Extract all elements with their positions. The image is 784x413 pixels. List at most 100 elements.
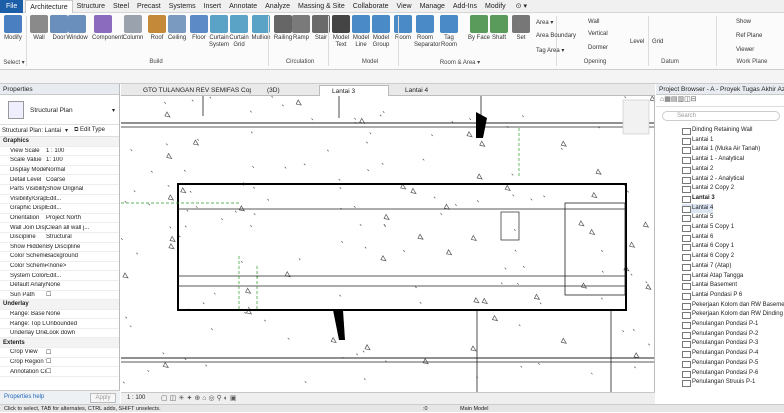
ribbon-button[interactable]: Set xyxy=(510,15,532,42)
ribbon-small-button[interactable]: Level xyxy=(630,39,644,45)
view-scale[interactable]: 1 : 100 xyxy=(127,395,145,401)
ribbon-button[interactable]: Room Separator xyxy=(414,15,440,49)
property-value[interactable]: ☐ xyxy=(46,368,119,375)
menu-tab[interactable]: Collaborate xyxy=(349,0,393,13)
edit-type-button[interactable]: ⧉ Edit Type xyxy=(74,127,105,134)
properties-section[interactable]: Graphics xyxy=(0,137,119,147)
menu-tab[interactable]: Steel xyxy=(109,0,133,13)
menu-tab[interactable]: Annotate xyxy=(225,0,261,13)
properties-section[interactable]: Underlay xyxy=(0,300,119,310)
ribbon-button[interactable]: Tag Room xyxy=(438,15,460,49)
drawing-canvas[interactable] xyxy=(121,96,655,392)
menu-tab[interactable]: Massing & Site xyxy=(294,0,349,13)
chevron-down-icon[interactable]: ▾ xyxy=(65,127,68,134)
browser-view-item[interactable]: Lantai 1 xyxy=(682,136,713,146)
property-value[interactable]: ☐ xyxy=(46,358,119,365)
browser-toolbar-icon[interactable]: ⌂▦▤▥◫⊟ xyxy=(656,95,784,107)
browser-view-item[interactable]: Penulangan Pondasi P-3 xyxy=(682,339,758,349)
ribbon-button[interactable]: Column xyxy=(122,15,144,42)
property-value[interactable]: None xyxy=(46,282,119,288)
ribbon-button[interactable]: Model Line xyxy=(350,15,372,49)
menu-tab[interactable]: Analyze xyxy=(261,0,294,13)
ribbon-button[interactable]: Ceiling xyxy=(166,15,188,42)
menu-tab[interactable]: Precast xyxy=(133,0,165,13)
browser-view-item[interactable]: Pekerjaan Kolom dan RW Dinding xyxy=(682,310,783,320)
ribbon-small-button[interactable]: Viewer xyxy=(736,47,754,53)
browser-view-item[interactable]: Lantai 2 - Analytical xyxy=(682,175,744,185)
browser-view-item[interactable]: Penulangan Pondasi P-1 xyxy=(682,320,758,330)
browser-view-item[interactable]: Lantai Atap Tangga xyxy=(682,272,743,282)
ribbon-button[interactable]: Roof xyxy=(146,15,168,42)
ribbon-small-button[interactable]: Vertical xyxy=(588,31,608,37)
ribbon-button[interactable]: Model Text xyxy=(330,15,352,49)
property-value[interactable]: Unbounded xyxy=(46,321,119,327)
browser-view-item[interactable]: Lantai 6 xyxy=(682,233,713,243)
ribbon-button[interactable]: Ramp xyxy=(290,15,312,42)
browser-view-item[interactable]: Lantai Basement xyxy=(682,281,737,291)
ribbon-button[interactable]: Floor xyxy=(188,15,210,42)
browser-view-item[interactable]: Lantai 5 Copy 1 xyxy=(682,223,734,233)
menu-tab[interactable]: Systems xyxy=(165,0,200,13)
ribbon-button[interactable]: Window xyxy=(66,15,88,42)
view-tab[interactable]: GTO TULANGAN REV SEMIFAS Cop... xyxy=(131,85,251,96)
ribbon-small-button[interactable]: Grid xyxy=(652,39,663,45)
menu-tab[interactable]: Modify xyxy=(481,0,510,13)
browser-view-item[interactable]: Lantai 2 Copy 2 xyxy=(682,184,734,194)
property-value[interactable]: Project North xyxy=(46,215,119,221)
property-value[interactable]: By Discipline xyxy=(46,244,119,250)
properties-section[interactable]: Extents xyxy=(0,338,119,349)
property-value[interactable]: Coarse xyxy=(46,177,119,183)
property-value[interactable]: Edit... xyxy=(46,196,119,202)
ribbon-button[interactable]: Curtain Grid xyxy=(228,15,250,49)
property-value[interactable]: 1: 100 xyxy=(46,157,119,163)
property-value[interactable]: Edit... xyxy=(46,273,119,279)
menu-tab[interactable]: Manage xyxy=(416,0,449,13)
menu-tab[interactable]: View xyxy=(393,0,416,13)
ribbon-small-button[interactable]: Area ▾ xyxy=(536,19,553,26)
browser-view-item[interactable]: Penulangan Pondasi P-5 xyxy=(682,359,758,369)
apply-button[interactable]: Apply xyxy=(90,393,116,403)
ribbon-button[interactable]: Modify xyxy=(2,15,24,42)
property-value[interactable]: Normal xyxy=(46,167,119,173)
view-tab[interactable]: Lantai 4 xyxy=(393,85,473,96)
ribbon-button[interactable]: Component xyxy=(92,15,123,42)
property-value[interactable]: None xyxy=(46,311,119,317)
ribbon-button[interactable]: Curtain System xyxy=(208,15,230,49)
file-menu[interactable]: File xyxy=(0,0,24,13)
ribbon-small-button[interactable]: Ref Plane xyxy=(736,33,762,39)
view-selector[interactable]: Structural Plan: Lantai xyxy=(2,128,61,134)
ribbon-small-button[interactable]: Show xyxy=(736,19,751,25)
search-input[interactable]: Search xyxy=(662,111,780,121)
property-value[interactable]: <none> xyxy=(46,263,119,269)
ribbon-button[interactable]: By Face xyxy=(468,15,490,42)
browser-view-item[interactable]: Lantai 6 Copy 1 xyxy=(682,242,734,252)
browser-view-item[interactable]: Lantai 5 xyxy=(682,213,713,223)
property-value[interactable]: 1 : 100 xyxy=(46,148,119,154)
browser-view-item[interactable]: Lantai 2 xyxy=(682,165,713,175)
ribbon-button[interactable]: Wall xyxy=(28,15,50,42)
browser-view-item[interactable]: Lantai 6 Copy 2 xyxy=(682,252,734,262)
property-value[interactable]: ☐ xyxy=(46,291,119,298)
ribbon-button[interactable]: Model Group xyxy=(370,15,392,49)
browser-view-item[interactable]: Penulangan Pondasi P-6 xyxy=(682,369,758,379)
ribbon-button[interactable]: Room xyxy=(392,15,414,42)
ribbon-small-button[interactable]: Area Boundary xyxy=(536,33,576,39)
property-value[interactable]: Structural xyxy=(46,234,119,240)
property-value[interactable]: Clean all wall j... xyxy=(46,225,119,231)
property-value[interactable]: Edit... xyxy=(46,205,119,211)
browser-view-item[interactable]: Lantai Pondasi P 6 xyxy=(682,291,742,301)
property-value[interactable]: Look down xyxy=(46,330,119,336)
property-value[interactable]: Background xyxy=(46,253,119,259)
property-value[interactable]: ☐ xyxy=(46,349,119,356)
view-tab[interactable]: Lantai 3 xyxy=(319,85,389,96)
properties-help-link[interactable]: Properties help xyxy=(4,394,44,400)
browser-view-item[interactable]: Lantai 7 (Atap) xyxy=(682,262,731,272)
menu-tab[interactable]: Insert xyxy=(200,0,226,13)
ribbon-small-button[interactable]: Tag Area ▾ xyxy=(536,47,564,54)
ribbon-small-button[interactable]: Dormer xyxy=(588,45,608,51)
view-tab[interactable]: (3D) xyxy=(255,85,315,96)
chevron-down-icon[interactable]: ▾ xyxy=(112,107,115,114)
ribbon-button[interactable]: Shaft xyxy=(488,15,510,42)
type-selector[interactable]: Structural Plan ▾ xyxy=(0,95,119,125)
property-value[interactable]: Show Original xyxy=(46,186,119,192)
